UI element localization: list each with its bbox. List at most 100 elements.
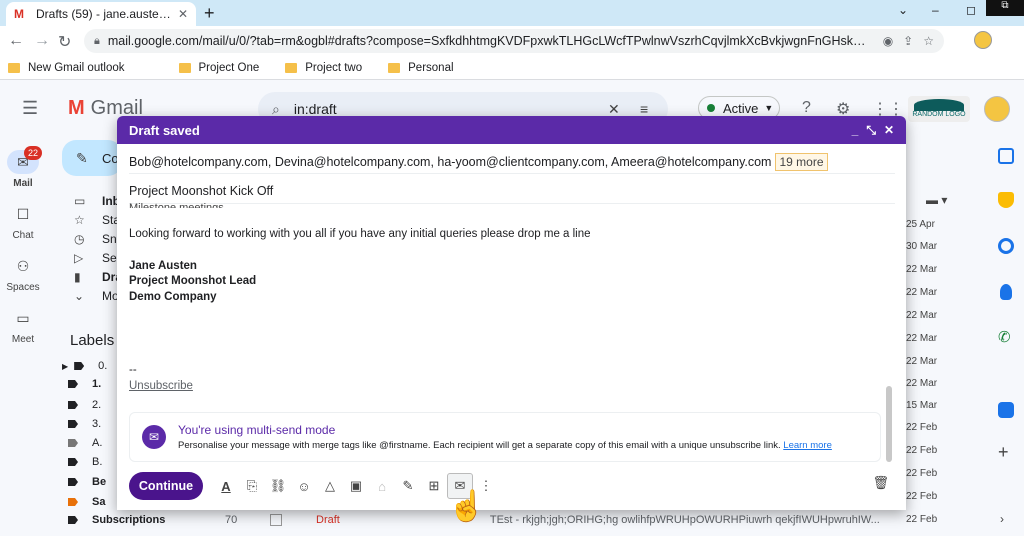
label-item[interactable]: 3. [68, 418, 101, 430]
trash-icon[interactable]: 🗑︎ [872, 475, 889, 491]
confidential-icon[interactable]: ⌂ [369, 473, 395, 499]
chevron-right-icon[interactable]: › [1000, 512, 1004, 526]
zoom-icon[interactable] [998, 402, 1014, 418]
bookmark-item[interactable]: Project two [285, 62, 362, 74]
reload-icon[interactable]: ↻ [58, 32, 71, 52]
url-bar[interactable]: 🔒︎ mail.google.com/mail/u/0/?tab=rm&ogbl… [84, 29, 944, 53]
label-tag-icon [74, 362, 85, 370]
compose-header[interactable]: Draft saved _ ⤡ ✕ [117, 116, 906, 144]
label-item[interactable]: Be [68, 476, 106, 488]
minimize-button[interactable]: – [932, 3, 939, 17]
subject-field[interactable]: Project Moonshot Kick Off [129, 178, 895, 204]
rail-chat-label: Chat [12, 230, 34, 241]
photo-icon[interactable]: ▣ [343, 473, 369, 499]
layout-icon[interactable]: ⊞ [421, 473, 447, 499]
close-compose-icon[interactable]: ✕ [884, 123, 894, 137]
fullscreen-compose-icon[interactable]: ⤡ [866, 123, 876, 138]
tab-close-icon[interactable]: ✕ [178, 7, 188, 21]
account-avatar[interactable] [984, 96, 1010, 122]
rail-chat[interactable]: ☐ Chat [0, 202, 46, 241]
rail-meet[interactable]: ▭ Meet [0, 306, 46, 345]
labels-heading: Labels [70, 332, 115, 349]
continue-button[interactable]: Continue [129, 472, 203, 500]
link-icon[interactable]: ⛓ [265, 473, 291, 499]
row-date: 25 Apr [906, 219, 935, 230]
bookmark-star-icon[interactable]: ☆ [923, 34, 934, 48]
label-item[interactable]: Subscriptions [68, 514, 165, 526]
bookmark-label: Project two [305, 61, 363, 74]
label-name: Be [92, 476, 107, 488]
browser-profile-avatar[interactable] [974, 31, 992, 49]
signature-icon[interactable]: ✎ [395, 473, 421, 499]
rail-spaces[interactable]: ⚇ Spaces [0, 254, 46, 293]
clear-search-icon[interactable]: ✕ [608, 101, 620, 118]
phone-icon[interactable]: ✆ [998, 328, 1011, 346]
back-icon[interactable]: ← [8, 32, 24, 50]
format-text-icon[interactable]: A [213, 473, 239, 499]
bookmark-item[interactable]: Personal [388, 62, 454, 74]
subject-input[interactable]: Project Moonshot Kick Off [129, 184, 273, 198]
density-toggle-icon[interactable]: ▬ ▾ [926, 193, 947, 207]
gmail-favicon-icon: M [14, 6, 24, 21]
tab-search-icon[interactable]: ⌄ [898, 3, 908, 17]
signature-title: Project Moonshot Lead [129, 275, 257, 287]
url-text: mail.google.com/mail/u/0/?tab=rm&ogbl#dr… [107, 34, 873, 48]
bookmark-item[interactable]: New Gmail outlook [8, 62, 125, 74]
rail-mail[interactable]: ✉ 22 Mail [0, 146, 46, 189]
label-item[interactable]: 1. [68, 378, 101, 390]
restore-window-icon[interactable]: ⧉ [986, 0, 1024, 16]
more-recipients-chip[interactable]: 19 more [775, 152, 828, 171]
label-name: B. [92, 456, 103, 468]
signature-dash: -- [129, 364, 137, 376]
search-icon[interactable]: ⌕ [272, 101, 280, 118]
row-date: 22 Mar [906, 378, 938, 389]
emoji-icon[interactable]: ☺ [291, 473, 317, 499]
bookmark-label: New Gmail outlook [28, 61, 125, 74]
attach-icon[interactable]: ⎘ [239, 473, 265, 499]
row-date: 22 Mar [906, 356, 938, 367]
recipients-field[interactable]: Bob@hotelcompany.com, Devina@hotelcompan… [129, 150, 895, 174]
star-icon: ☆ [74, 213, 85, 227]
maximize-button[interactable]: ◻ [966, 3, 976, 17]
search-options-icon[interactable]: ≡ [640, 101, 648, 117]
unsubscribe-link[interactable]: Unsubscribe [129, 380, 193, 392]
share-icon[interactable]: ⇪ [903, 34, 913, 48]
multisend-title: You're using multi-send mode [178, 423, 336, 437]
chevron-down-icon: ▼ [764, 103, 774, 113]
draft-tag: Draft [316, 514, 340, 526]
minimize-compose-icon[interactable]: _ [852, 123, 859, 137]
browser-tab[interactable]: M Drafts (59) - jane.austen@demo... ✕ [6, 2, 196, 26]
keep-icon[interactable] [998, 192, 1014, 208]
table-row[interactable]: Draft TEst - rkjgh;jgh;ORIHG;hg owlihfpW… [270, 510, 910, 530]
drive-icon[interactable]: △ [317, 473, 343, 499]
calendar-icon[interactable] [998, 148, 1014, 164]
rail-spaces-label: Spaces [6, 282, 40, 293]
label-item[interactable]: B. [68, 456, 102, 468]
tasks-icon[interactable] [998, 238, 1014, 254]
main-menu-icon[interactable]: ☰ [22, 98, 38, 119]
search-input[interactable]: in:draft [294, 101, 337, 117]
view-icon[interactable]: ◉ [883, 34, 893, 48]
browser-tab-bar: M Drafts (59) - jane.austen@demo... ✕ + … [0, 0, 1024, 26]
compose-button[interactable]: Co [62, 140, 122, 176]
new-tab-button[interactable]: + [204, 3, 215, 24]
contacts-icon[interactable] [1000, 284, 1012, 300]
learn-more-link[interactable]: Learn more [783, 440, 832, 451]
label-tag-icon [68, 380, 78, 388]
row-checkbox[interactable] [270, 514, 282, 526]
row-date: 22 Feb [906, 422, 938, 433]
label-item[interactable]: A. [68, 437, 102, 449]
recipients-list[interactable]: Bob@hotelcompany.com, Devina@hotelcompan… [129, 155, 771, 169]
body-scrollbar[interactable] [886, 386, 892, 462]
bookmark-item[interactable]: Project One [178, 62, 259, 74]
expand-icon[interactable]: ▶ [62, 362, 68, 371]
label-tag-icon [68, 498, 78, 506]
help-icon[interactable]: ? [802, 99, 811, 117]
add-app-icon[interactable]: + [998, 442, 1009, 463]
meet-icon: ▭ [16, 310, 30, 326]
label-tag-icon [68, 401, 78, 409]
forward-icon[interactable]: → [34, 32, 50, 50]
label-item[interactable]: 2. [68, 399, 101, 411]
label-item[interactable]: ▶ 0. [62, 360, 107, 372]
label-item[interactable]: Sa [68, 496, 105, 508]
